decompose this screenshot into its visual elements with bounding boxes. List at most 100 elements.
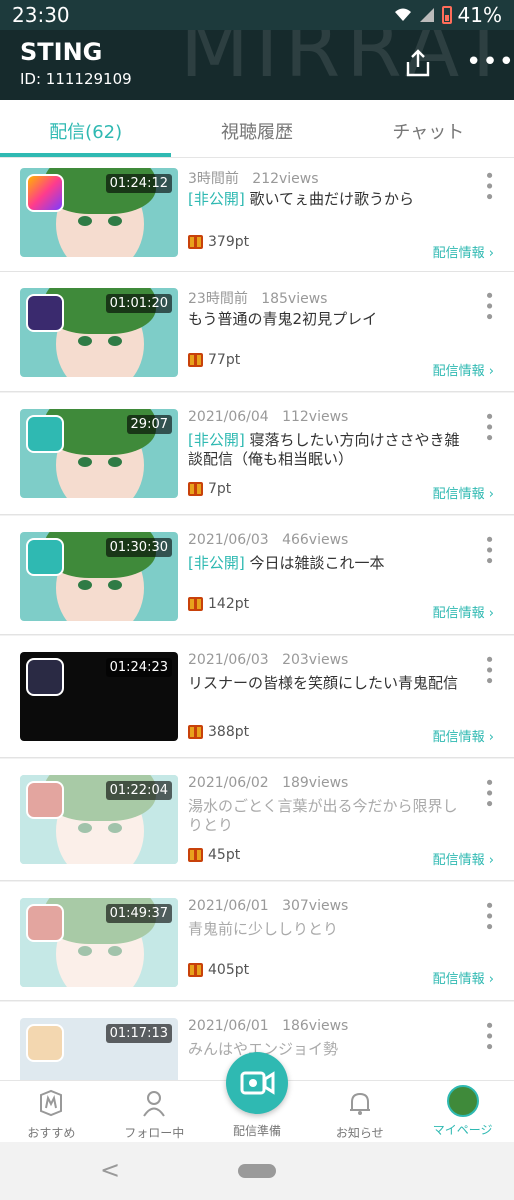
home-pill[interactable]: [238, 1164, 276, 1178]
app-icon: [26, 415, 64, 453]
broadcast-meta: 2021/06/03 203views: [188, 652, 349, 668]
item-menu-icon[interactable]: •••: [478, 534, 499, 566]
app-icon: [26, 1024, 64, 1062]
profile-id: ID: 111129109: [20, 70, 132, 88]
nav-notifications[interactable]: お知らせ: [308, 1081, 411, 1142]
broadcast-meta: 3時間前 212views: [188, 171, 319, 187]
tab-chat[interactable]: チャット: [343, 100, 514, 157]
tab-broadcasts[interactable]: 配信(62): [0, 100, 172, 157]
points: 379pt: [188, 234, 249, 250]
start-broadcast-button[interactable]: [226, 1052, 288, 1114]
wifi-icon: [394, 8, 411, 21]
tab-watch-history[interactable]: 視聴履歴: [171, 100, 342, 157]
system-navigation-bar: <: [0, 1142, 514, 1200]
duration-badge: 01:24:12: [105, 174, 172, 193]
points: 388pt: [188, 724, 249, 740]
list-item[interactable]: 01:24:23 2021/06/03 203views リスナーの皆様を笑顔に…: [0, 636, 514, 758]
broadcast-thumbnail[interactable]: 29:07: [20, 409, 178, 498]
points: 77pt: [188, 352, 240, 368]
broadcast-title: [非公開] 寝落ちしたい方向けささやき雑談配信（俺も相当眠い）: [188, 431, 460, 468]
list-item[interactable]: 29:07 2021/06/04 112views [非公開] 寝落ちしたい方向…: [0, 393, 514, 515]
broadcast-thumbnail[interactable]: 01:24:23: [20, 652, 178, 741]
home-logo-icon: [40, 1089, 63, 1117]
item-menu-icon[interactable]: •••: [478, 290, 499, 322]
nav-label: フォロー中: [124, 1126, 185, 1140]
item-menu-icon[interactable]: •••: [478, 654, 499, 686]
broadcast-list: 01:24:12 3時間前 212views [非公開] 歌いてぇ曲だけ歌うから…: [0, 158, 514, 1080]
broadcast-meta: 2021/06/04 112views: [188, 409, 349, 425]
broadcast-thumbnail[interactable]: 01:49:37: [20, 898, 178, 987]
list-item[interactable]: 01:30:30 2021/06/03 466views [非公開] 今日は雑談…: [0, 516, 514, 635]
gift-icon: [188, 482, 203, 496]
app-icon: [26, 294, 64, 332]
battery-level: 41%: [457, 3, 502, 27]
start-broadcast-label: 配信準備: [232, 1124, 281, 1138]
gift-icon: [188, 963, 203, 977]
item-menu-icon[interactable]: •••: [478, 170, 499, 202]
nav-label: マイページ: [432, 1123, 493, 1137]
profile-name: STING: [20, 38, 103, 66]
broadcast-info-link[interactable]: 配信情報 ›: [433, 242, 494, 261]
broadcast-info-link[interactable]: 配信情報 ›: [433, 968, 494, 987]
broadcast-thumbnail[interactable]: 01:01:20: [20, 288, 178, 377]
gift-icon: [188, 235, 203, 249]
broadcast-info-link[interactable]: 配信情報 ›: [433, 483, 494, 502]
item-menu-icon[interactable]: •••: [478, 411, 499, 443]
item-menu-icon[interactable]: •••: [478, 900, 499, 932]
broadcast-meta: 2021/06/03 466views: [188, 532, 349, 548]
nav-recommended[interactable]: おすすめ: [0, 1081, 103, 1142]
item-menu-icon[interactable]: •••: [478, 1020, 499, 1052]
list-item[interactable]: 01:22:04 2021/06/02 189views 湯水のごとく言葉が出る…: [0, 759, 514, 881]
duration-badge: 01:17:13: [105, 1024, 172, 1043]
broadcast-title: 青鬼前に少ししりとり: [188, 920, 339, 938]
broadcast-info-link[interactable]: 配信情報 ›: [433, 360, 494, 379]
more-options-icon[interactable]: •••: [466, 49, 514, 75]
header-watermark-logo: MIRRATIV: [180, 30, 514, 95]
gift-icon: [188, 353, 203, 367]
list-item[interactable]: 01:49:37 2021/06/01 307views 青鬼前に少ししりとり …: [0, 882, 514, 1001]
nav-label: おすすめ: [27, 1126, 76, 1140]
duration-badge: 01:24:23: [105, 658, 172, 677]
broadcast-meta: 2021/06/01 186views: [188, 1018, 349, 1034]
broadcast-meta: 23時間前 185views: [188, 291, 328, 307]
video-camera-icon: [240, 1071, 275, 1095]
nav-mypage[interactable]: マイページ: [411, 1081, 514, 1142]
item-menu-icon[interactable]: •••: [478, 777, 499, 809]
broadcast-title: [非公開] 歌いてぇ曲だけ歌うから: [188, 190, 415, 208]
broadcast-info-link[interactable]: 配信情報 ›: [433, 726, 494, 745]
broadcast-thumbnail[interactable]: 01:17:13: [20, 1018, 178, 1080]
gift-icon: [188, 597, 203, 611]
broadcast-info-link[interactable]: 配信情報 ›: [433, 849, 494, 868]
signal-icon: [419, 8, 434, 22]
person-icon: [143, 1091, 166, 1117]
nav-following[interactable]: フォロー中: [103, 1081, 206, 1142]
broadcast-title: 湯水のごとく言葉が出る今だから限界しりとり: [188, 797, 458, 834]
broadcast-title: [非公開] 今日は雑談これ一本: [188, 554, 385, 572]
gift-icon: [188, 848, 203, 862]
broadcast-thumbnail[interactable]: 01:22:04: [20, 775, 178, 864]
app-icon: [26, 538, 64, 576]
nav-label: お知らせ: [335, 1126, 384, 1140]
duration-badge: 29:07: [126, 415, 172, 434]
points: 7pt: [188, 481, 231, 497]
list-item[interactable]: 01:24:12 3時間前 212views [非公開] 歌いてぇ曲だけ歌うから…: [0, 158, 514, 272]
avatar: [446, 1085, 479, 1117]
broadcast-thumbnail[interactable]: 01:24:12: [20, 168, 178, 257]
duration-badge: 01:01:20: [105, 294, 172, 313]
duration-badge: 01:30:30: [105, 538, 172, 557]
points: 405pt: [188, 962, 249, 978]
broadcast-thumbnail[interactable]: 01:30:30: [20, 532, 178, 621]
profile-header: MIRRATIV STING ID: 111129109 •••: [0, 30, 514, 100]
duration-badge: 01:49:37: [105, 904, 172, 923]
broadcast-meta: 2021/06/01 307views: [188, 898, 349, 914]
share-icon[interactable]: [404, 48, 432, 78]
back-icon[interactable]: <: [100, 1156, 120, 1184]
list-item[interactable]: 01:01:20 23時間前 185views もう普通の青鬼2初見プレイ 77…: [0, 272, 514, 392]
profile-tabs: 配信(62) 視聴履歴 チャット: [0, 100, 514, 158]
broadcast-meta: 2021/06/02 189views: [188, 775, 349, 791]
points: 45pt: [188, 847, 240, 863]
broadcast-info-link[interactable]: 配信情報 ›: [433, 602, 494, 621]
points: 142pt: [188, 596, 249, 612]
app-icon: [26, 174, 64, 212]
status-time: 23:30: [12, 3, 70, 27]
